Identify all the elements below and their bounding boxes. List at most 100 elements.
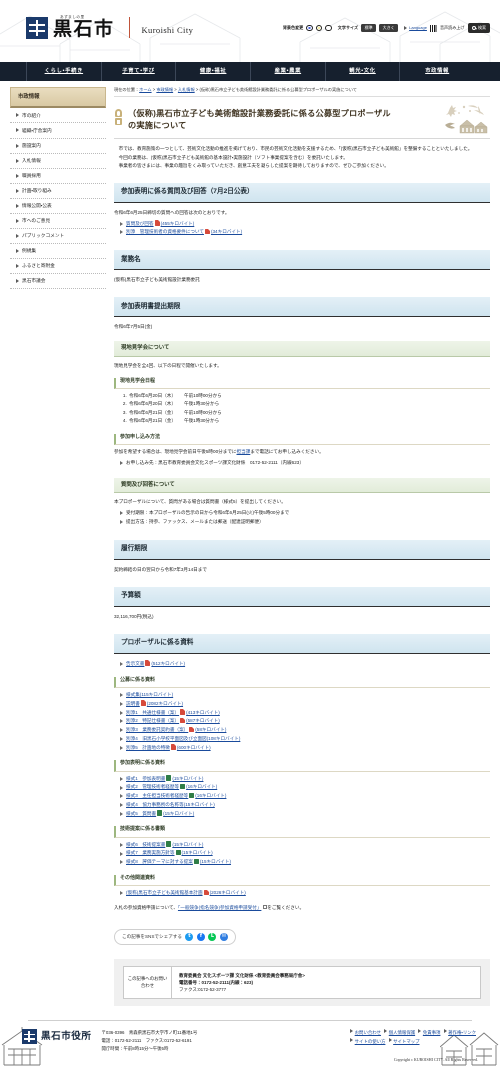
notice-document-link[interactable]: 告示文書	[126, 661, 144, 666]
sidebar-item-johokokai[interactable]: 情報公開・公表	[10, 199, 106, 213]
chevron-right-icon	[418, 1029, 422, 1034]
form2-size[interactable]: (16キロバイト)	[186, 784, 217, 789]
form-collection-size[interactable]: (115キロバイト)	[140, 692, 173, 697]
section-heading-budget: 予算額	[114, 586, 490, 607]
form1-link[interactable]: 様式1 参加表明書	[126, 776, 165, 781]
list-item: 別添1 共通仕様書（案） (413キロバイト)	[120, 708, 490, 718]
sidebar-item-iken[interactable]: 市へのご意見	[10, 214, 106, 228]
explanation-doc-size[interactable]: (2082キロバイト)	[147, 701, 183, 706]
sidebar-item-nyusatsu[interactable]: 入札情報	[10, 154, 106, 168]
explanation-doc-link[interactable]: 説明書	[126, 701, 140, 706]
footer-link-copyright[interactable]: 著作権・リンク	[448, 1030, 476, 1035]
form3-link[interactable]: 様式3 主任担当技術者経歴等	[126, 793, 188, 798]
form3-size[interactable]: (16キロバイト)	[195, 793, 226, 798]
common-spec-link[interactable]: 別添1 共通仕様書（案）	[126, 710, 179, 715]
sidebar-item-public-comment[interactable]: パブリックコメント	[10, 229, 106, 243]
form-collection-link[interactable]: 様式集	[126, 692, 140, 697]
voice-reader-icon[interactable]	[429, 24, 437, 32]
common-spec-size[interactable]: (413キロバイト)	[186, 710, 220, 715]
gnav-item-kosodate[interactable]: 子育て・学び	[100, 62, 176, 81]
qualification-application-link[interactable]: 「一般競争(指名競争)参加資格申請受付」	[178, 905, 261, 910]
form6-size[interactable]: (15キロバイト)	[172, 842, 203, 847]
sidebar-item-shokuin[interactable]: 職員採用	[10, 169, 106, 183]
fontsize-standard-button[interactable]: 標準	[361, 23, 377, 33]
sidebar-item-shi-no-shokai[interactable]: 市の紹介	[10, 108, 106, 122]
contract-draft-size[interactable]: (58キロバイト)	[195, 727, 226, 732]
sidebar-item-shigikai[interactable]: 黒石市議会	[10, 274, 106, 288]
search-icon	[471, 25, 476, 31]
footer-link-sitemap[interactable]: サイトマップ	[393, 1039, 419, 1044]
qa-answer-size[interactable]: (455キロバイト)	[161, 221, 195, 226]
line-share-button[interactable]: L	[208, 932, 217, 941]
search-button[interactable]: 検索	[467, 23, 490, 33]
logo-text: あずましの里 黒石市	[53, 15, 115, 39]
section-heading-deadline: 参加表明書提出期限	[114, 297, 490, 318]
basic-plan-size[interactable]: (2026キロバイト)	[210, 890, 246, 895]
form1-size[interactable]: (15キロバイト)	[172, 776, 203, 781]
email-share-button[interactable]: ✉	[219, 932, 228, 941]
form4-size[interactable]: (15キロバイト)	[184, 802, 215, 807]
sidebar-item-keikaku[interactable]: 計画・取り組み	[10, 184, 106, 198]
gnav-item-kenko[interactable]: 健康・福祉	[175, 62, 250, 81]
gnav-item-shisei[interactable]: 市政情報	[399, 62, 474, 81]
logo-ruby: あずましの里	[60, 15, 85, 19]
list-item: パブリックコメント	[10, 229, 106, 244]
twitter-share-button[interactable]: t	[185, 932, 194, 941]
form4-link[interactable]: 様式4 協力事務所の名称等	[126, 802, 184, 807]
breadcrumb-home[interactable]: ホーム	[139, 87, 151, 92]
breadcrumb-level2[interactable]: 市政情報	[156, 87, 173, 92]
facebook-share-button[interactable]: f	[196, 932, 205, 941]
school-plan-size[interactable]: (108キロバイト)	[207, 736, 241, 741]
footer-link-privacy[interactable]: 個人情報保護	[389, 1030, 415, 1035]
breadcrumb-level3[interactable]: 入札情報	[178, 87, 195, 92]
school-plan-link[interactable]: 別添4 旧黒石小学校平面図及び立面図	[126, 736, 207, 741]
basic-plan-link[interactable]: (仮称)黒石市立子ども美術館基本計画	[126, 890, 203, 895]
sidebar-item-soshiki[interactable]: 組織・庁舎案内	[10, 123, 106, 137]
qa-attachment-link[interactable]: 別添 管理技術者の資格要件について	[126, 229, 204, 234]
footer-link-howtouse[interactable]: サイトの使い方	[355, 1039, 386, 1044]
form6-link[interactable]: 様式6 技術提案書	[126, 842, 165, 847]
site-features-size[interactable]: (600キロバイト)	[177, 745, 211, 750]
site-features-link[interactable]: 別添5 計画地の特徴	[126, 745, 170, 750]
gnav-item-kurashi[interactable]: くらし・手続き	[26, 62, 101, 81]
qa-answer-link[interactable]: 質問及び回答	[126, 221, 154, 226]
gnav-item-kanko[interactable]: 観光・文化	[324, 62, 400, 81]
footer-logo[interactable]: 黒石市役所	[22, 1029, 92, 1045]
contract-draft-link[interactable]: 別添3 業務委託契約書（案）	[126, 727, 188, 732]
sidebar-item-reikishu[interactable]: 例規集	[10, 244, 106, 258]
form7-link[interactable]: 様式7 業務実施方針等	[126, 850, 175, 855]
form7-size[interactable]: (15キロバイト)	[182, 850, 213, 855]
fontsize-large-button[interactable]: 大きく	[379, 23, 399, 33]
sidebar-item-furusato[interactable]: ふるさと寄附金	[10, 259, 106, 273]
site-logo[interactable]: あずましの里 黒石市 Kuroishi City	[26, 15, 193, 39]
footer-link-contact[interactable]: お問い合わせ	[355, 1030, 381, 1035]
notice-document-size[interactable]: (512キロバイト)	[151, 661, 185, 666]
form8-size[interactable]: (15キロバイト)	[200, 859, 231, 864]
special-spec-size[interactable]: (587キロバイト)	[186, 718, 220, 723]
form2-link[interactable]: 様式2 管理技術者経歴等	[126, 784, 179, 789]
bgcolor-blue-button[interactable]	[306, 24, 313, 32]
language-selector[interactable]: Language	[404, 25, 427, 31]
tour-schedule-list: 令和6年6月20日（木） 午前10時00分から 令和6年6月20日（木） 午後1時3…	[114, 392, 490, 426]
gnav-spacer	[0, 62, 26, 81]
form5-size[interactable]: (15キロバイト)	[163, 811, 194, 816]
gnav-item-sangyo[interactable]: 産業・農業	[250, 62, 325, 81]
responsible-section-link[interactable]: 担当課	[237, 449, 251, 454]
language-link[interactable]: Language	[409, 25, 427, 31]
list-item: 別添4 旧黒石小学校平面図及び立面図(108キロバイト)	[120, 735, 490, 744]
qa-attachment-size[interactable]: (34キロバイト)	[211, 229, 242, 234]
section-heading-term: 履行期限	[114, 539, 490, 560]
materials-top-links: 告示文書 (512キロバイト)	[114, 660, 490, 669]
apply-text-after: まで電話にてお申し込みください。	[250, 449, 324, 455]
apply-contact-list: お申し込み先：黒石市教育委員会文化スポーツ課文化財係 0172-52-2111（…	[114, 459, 490, 468]
special-spec-link[interactable]: 別添2 特記仕様書（案）	[126, 718, 179, 723]
bgcolor-yellow-button[interactable]	[315, 24, 323, 32]
sidebar-item-shisetsu[interactable]: 施設案内	[10, 139, 106, 153]
list-item: 様式2 管理技術者経歴等 (16キロバイト)	[120, 783, 490, 792]
footer-link-disclaimer[interactable]: 免責事項	[423, 1030, 441, 1035]
bgcolor-white-button[interactable]	[325, 24, 332, 32]
sidebar-item-label: パブリックコメント	[22, 233, 65, 239]
list-item: 令和6年6月21日（金） 午後1時30分から	[128, 417, 490, 425]
form8-link[interactable]: 様式8 評価テーマに対する提案	[126, 859, 193, 864]
form5-link[interactable]: 様式5 質問書	[126, 811, 156, 816]
